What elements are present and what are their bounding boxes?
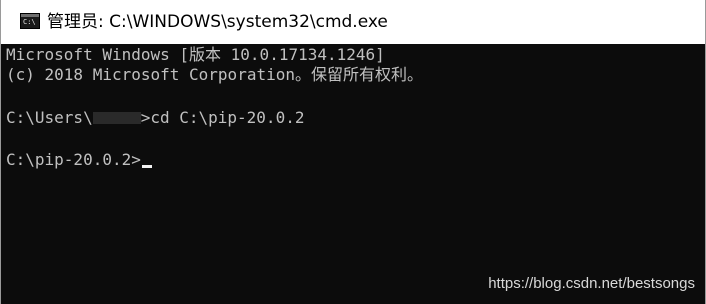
window-title: 管理员: C:\WINDOWS\system32\cmd.exe: [47, 12, 388, 32]
redacted-username: [92, 112, 141, 124]
console-output[interactable]: Microsoft Windows [版本 10.0.17134.1246] (…: [1, 44, 705, 304]
prompt-prefix: C:\Users\: [6, 108, 93, 127]
console-line-copyright: (c) 2018 Microsoft Corporation。保留所有权利。: [6, 65, 423, 84]
title-bar[interactable]: C:\ 管理员: C:\WINDOWS\system32\cmd.exe: [1, 0, 705, 44]
icon-title-strip: [21, 14, 39, 17]
text-cursor: [141, 165, 152, 168]
console-line-version: Microsoft Windows [版本 10.0.17134.1246]: [6, 45, 385, 64]
watermark-text: https://blog.csdn.net/bestsongs: [488, 275, 695, 292]
console-line-current-prompt: C:\pip-20.0.2>: [6, 150, 152, 170]
cmd-console-icon[interactable]: C:\: [20, 13, 40, 29]
current-prompt: C:\pip-20.0.2>: [6, 150, 141, 169]
prompt-command: >cd C:\pip-20.0.2: [140, 108, 305, 127]
console-line-cd-command: C:\Users\ >cd C:\pip-20.0.2: [6, 108, 304, 128]
icon-glyph: C:\: [23, 18, 36, 26]
cmd-window: C:\ 管理员: C:\WINDOWS\system32\cmd.exe Mic…: [0, 0, 706, 304]
